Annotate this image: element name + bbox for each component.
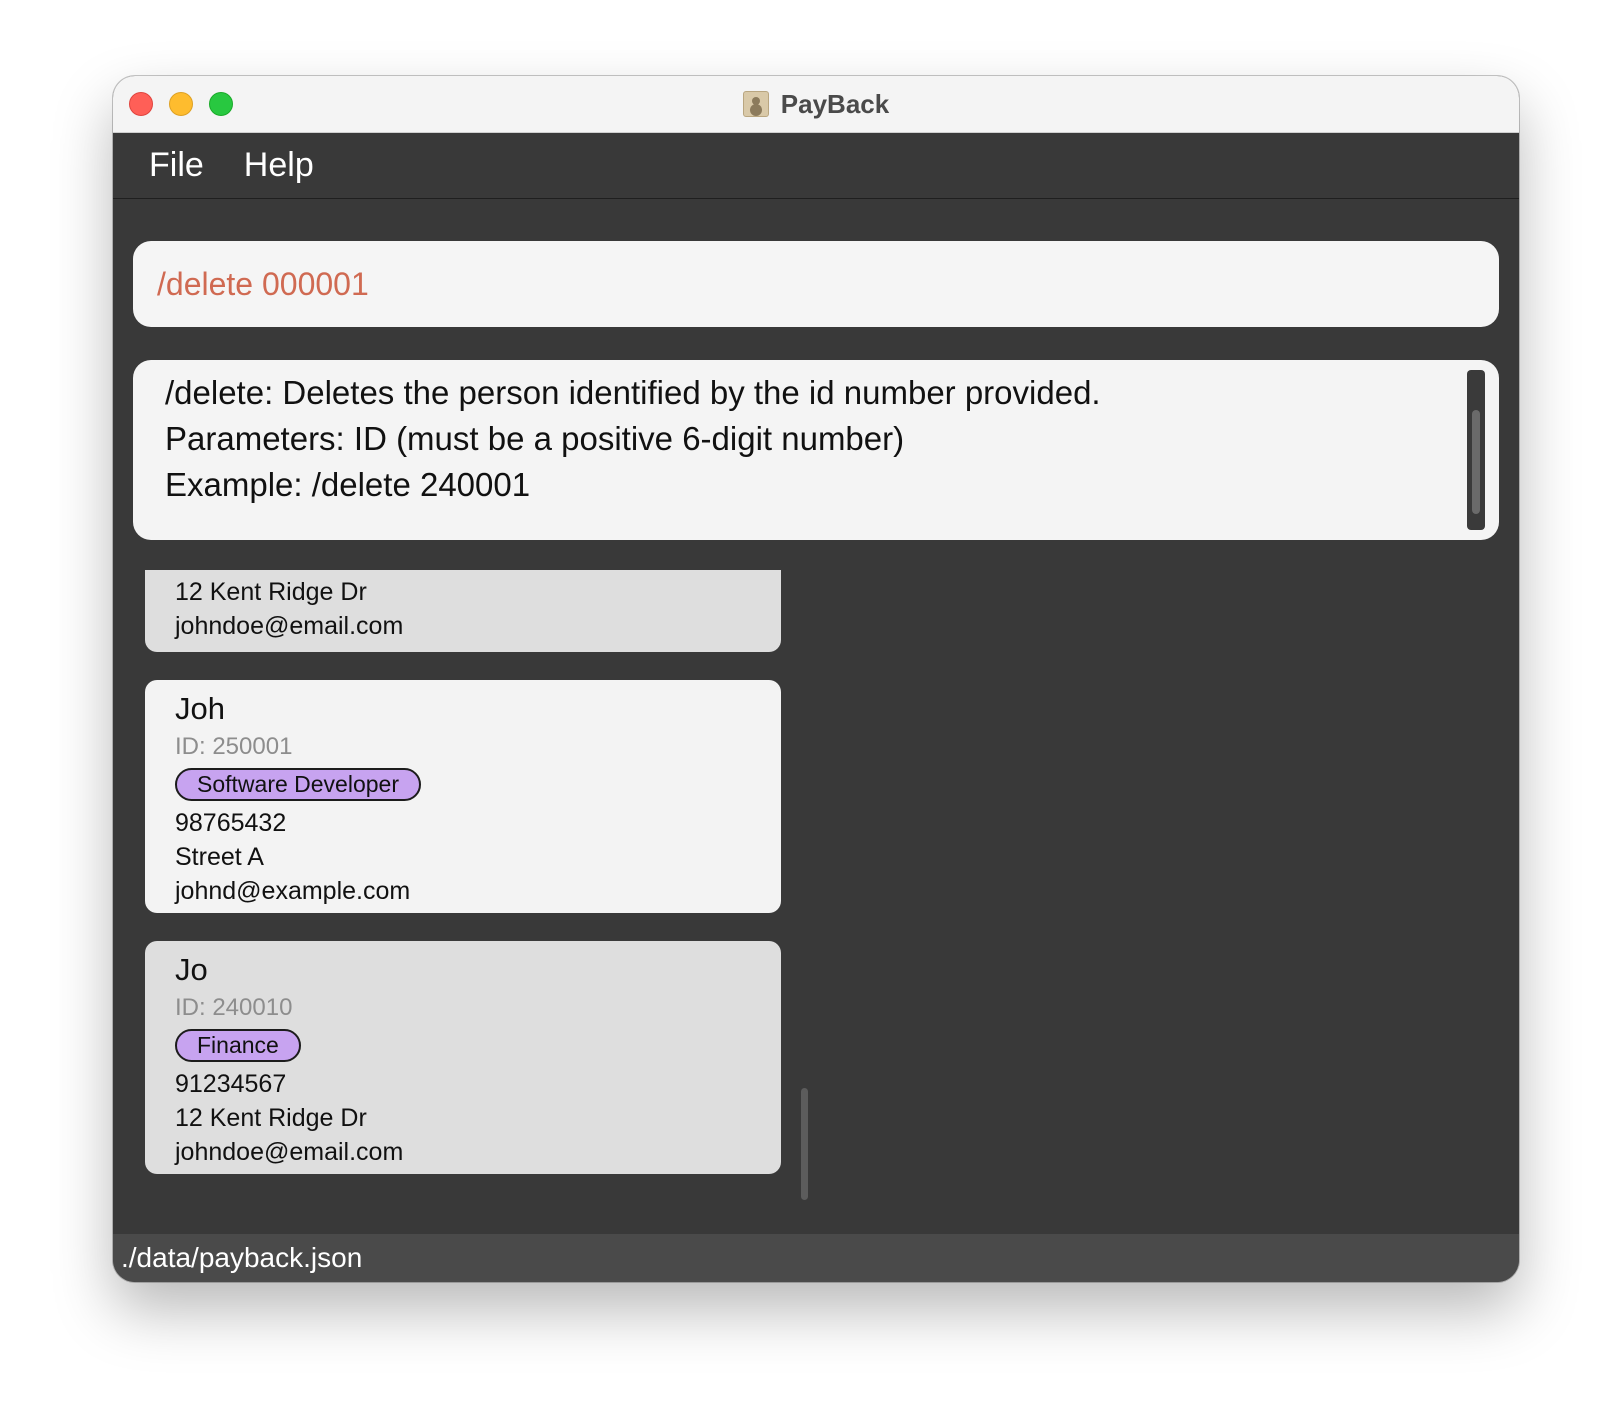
- person-card[interactable]: Joh ID: 250001 Software Developer 987654…: [145, 680, 781, 913]
- result-display: Invalid command format! /delete: Deletes…: [133, 360, 1499, 540]
- menu-file[interactable]: File: [149, 146, 204, 185]
- person-card[interactable]: 12 Kent Ridge Dr johndoe@email.com: [145, 570, 781, 652]
- window-title: PayBack: [113, 76, 1519, 132]
- command-input[interactable]: [155, 264, 1477, 304]
- menu-bar: File Help: [113, 133, 1519, 199]
- command-box: [133, 241, 1499, 327]
- person-address: Street A: [175, 843, 264, 871]
- result-scrollbar[interactable]: [1467, 370, 1485, 530]
- person-tag: Software Developer: [175, 768, 421, 801]
- person-card[interactable]: Jo ID: 240010 Finance 91234567 12 Kent R…: [145, 941, 781, 1174]
- result-line: /delete: Deletes the person identified b…: [165, 374, 1101, 411]
- status-bar: ./data/payback.json: [113, 1234, 1519, 1282]
- person-tag: Finance: [175, 1029, 301, 1062]
- person-list: 12 Kent Ridge Dr johndoe@email.com Joh I…: [133, 570, 793, 1282]
- person-phone: 98765432: [175, 809, 287, 837]
- person-list-scrollbar[interactable]: [801, 1088, 808, 1200]
- person-name: Joh: [175, 691, 225, 726]
- person-email: johndoe@email.com: [175, 612, 404, 640]
- result-line: Invalid command format!: [165, 360, 1439, 370]
- title-bar[interactable]: PayBack: [113, 76, 1519, 133]
- data-file-path: ./data/payback.json: [121, 1242, 363, 1273]
- result-text: Invalid command format! /delete: Deletes…: [165, 360, 1439, 508]
- person-name: Jo: [175, 952, 208, 987]
- person-address: 12 Kent Ridge Dr: [175, 578, 367, 606]
- person-address: 12 Kent Ridge Dr: [175, 1104, 367, 1132]
- app-window: PayBack File Help Invalid command format…: [113, 76, 1519, 1282]
- menu-help[interactable]: Help: [244, 146, 314, 185]
- person-email: johnd@example.com: [175, 877, 411, 905]
- window-title-text: PayBack: [780, 88, 890, 119]
- person-id: ID: 240010: [175, 994, 293, 1021]
- person-email: johndoe@email.com: [175, 1138, 404, 1166]
- result-line: Parameters: ID (must be a positive 6-dig…: [165, 420, 905, 457]
- person-id: ID: 250001: [175, 733, 293, 760]
- result-scrollbar-thumb[interactable]: [1472, 410, 1480, 514]
- person-phone: 91234567: [175, 1070, 287, 1098]
- result-line: Example: /delete 240001: [165, 466, 531, 503]
- app-icon: [742, 91, 769, 117]
